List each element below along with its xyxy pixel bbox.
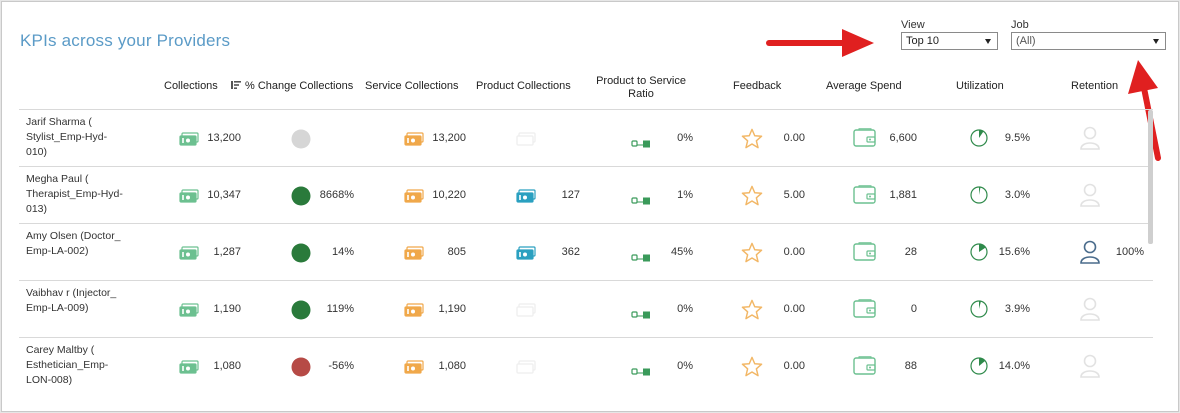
retention-value: 100% bbox=[1115, 246, 1144, 258]
collections-value: 13,200 bbox=[207, 132, 241, 144]
product-collections-value: 127 bbox=[561, 189, 580, 201]
average-spend-value: 88 bbox=[904, 360, 917, 372]
table-row[interactable]: Carey Maltby ( Esthetician_Emp-LON-008) … bbox=[19, 337, 1153, 387]
feedback-value: 0.00 bbox=[783, 132, 805, 144]
col-ratio[interactable]: Product to Service Ratio bbox=[591, 75, 691, 101]
utilization-value: 15.6% bbox=[998, 246, 1030, 258]
provider-name[interactable]: Megha Paul ( Therapist_Emp-Hyd-013) bbox=[26, 172, 126, 217]
money-icon bbox=[516, 360, 536, 379]
job-dropdown-value: (All) bbox=[1016, 35, 1036, 47]
col-product-collections[interactable]: Product Collections bbox=[476, 80, 571, 93]
provider-name[interactable]: Vaibhav r (Injector_ Emp-LA-009) bbox=[26, 286, 126, 316]
collections-value: 1,080 bbox=[213, 360, 241, 372]
table-row[interactable]: Jarif Sharma ( Stylist_Emp-Hyd-010) 13,2… bbox=[19, 109, 1153, 166]
view-dropdown-value: Top 10 bbox=[906, 35, 940, 47]
feedback-value: 0.00 bbox=[783, 360, 805, 372]
feedback-value: 5.00 bbox=[783, 189, 805, 201]
average-spend-value: 28 bbox=[904, 246, 917, 258]
person-icon bbox=[1079, 183, 1101, 212]
utilization-value: 9.5% bbox=[1004, 132, 1030, 144]
ratio-value: 0% bbox=[677, 360, 693, 372]
person-icon bbox=[1079, 126, 1101, 155]
job-filter-label: Job bbox=[1011, 19, 1029, 31]
chevron-down-icon[interactable] bbox=[1153, 39, 1159, 44]
provider-name[interactable]: Jarif Sharma ( Stylist_Emp-Hyd-010) bbox=[26, 115, 126, 160]
money-icon bbox=[516, 132, 536, 151]
average-spend-value: 1,881 bbox=[889, 189, 917, 201]
service-collections-value: 10,220 bbox=[432, 189, 466, 201]
col-average-spend[interactable]: Average Spend bbox=[826, 80, 902, 93]
chevron-down-icon[interactable] bbox=[985, 39, 991, 44]
collections-value: 10,347 bbox=[207, 189, 241, 201]
utilization-value: 3.0% bbox=[1004, 189, 1030, 201]
average-spend-value: 6,600 bbox=[889, 132, 917, 144]
ratio-value: 0% bbox=[677, 132, 693, 144]
money-icon bbox=[516, 303, 536, 322]
vertical-scrollbar[interactable] bbox=[1148, 110, 1153, 244]
average-spend-value: 0 bbox=[910, 303, 917, 315]
status-circle-icon bbox=[291, 129, 311, 154]
table-row[interactable]: Amy Olsen (Doctor_ Emp-LA-002) 1,287 14%… bbox=[19, 223, 1153, 280]
pct-change-value: 8668% bbox=[319, 189, 354, 201]
job-dropdown[interactable]: (All) bbox=[1011, 32, 1166, 50]
service-collections-value: 805 bbox=[447, 246, 466, 258]
col-feedback[interactable]: Feedback bbox=[733, 80, 781, 93]
kpi-table: Jarif Sharma ( Stylist_Emp-Hyd-010) 13,2… bbox=[19, 109, 1153, 387]
utilization-value: 14.0% bbox=[998, 360, 1030, 372]
feedback-value: 0.00 bbox=[783, 246, 805, 258]
pct-change-value: 119% bbox=[326, 303, 354, 315]
collections-value: 1,287 bbox=[213, 246, 241, 258]
feedback-value: 0.00 bbox=[783, 303, 805, 315]
view-dropdown[interactable]: Top 10 bbox=[901, 32, 998, 50]
table-row[interactable]: Vaibhav r (Injector_ Emp-LA-009) 1,190 1… bbox=[19, 280, 1153, 337]
dashboard-frame: KPIs across your Providers View Top 10 J… bbox=[1, 1, 1179, 412]
provider-name[interactable]: Carey Maltby ( Esthetician_Emp-LON-008) bbox=[26, 343, 126, 387]
pct-change-value: -56% bbox=[328, 360, 354, 372]
collections-value: 1,190 bbox=[213, 303, 241, 315]
col-service-collections[interactable]: Service Collections bbox=[365, 80, 459, 93]
pct-change-value: 14% bbox=[331, 246, 354, 258]
ratio-value: 1% bbox=[677, 189, 693, 201]
provider-name[interactable]: Amy Olsen (Doctor_ Emp-LA-002) bbox=[26, 229, 126, 259]
table-row[interactable]: Megha Paul ( Therapist_Emp-Hyd-013) 10,3… bbox=[19, 166, 1153, 223]
col-ratio-line2: Ratio bbox=[628, 88, 654, 100]
page-title: KPIs across your Providers bbox=[20, 31, 231, 50]
product-collections-value: 362 bbox=[561, 246, 580, 258]
col-utilization[interactable]: Utilization bbox=[956, 80, 1004, 93]
col-ratio-line1: Product to Service bbox=[596, 75, 686, 87]
service-collections-value: 13,200 bbox=[432, 132, 466, 144]
col-pct-change[interactable]: % Change Collections bbox=[231, 80, 353, 93]
right-arrow-annotation-icon bbox=[766, 29, 874, 57]
col-retention[interactable]: Retention bbox=[1071, 80, 1118, 93]
person-icon bbox=[1079, 297, 1101, 326]
job-filter: Job (All) bbox=[1011, 18, 1166, 50]
view-filter: View Top 10 bbox=[901, 18, 998, 50]
service-collections-value: 1,190 bbox=[438, 303, 466, 315]
sort-icon[interactable] bbox=[231, 80, 241, 90]
ratio-value: 0% bbox=[677, 303, 693, 315]
col-collections[interactable]: Collections bbox=[164, 80, 218, 93]
service-collections-value: 1,080 bbox=[438, 360, 466, 372]
ratio-value: 45% bbox=[670, 246, 693, 258]
col-pct-change-label: % Change Collections bbox=[245, 80, 354, 92]
view-filter-label: View bbox=[901, 19, 925, 31]
utilization-value: 3.9% bbox=[1004, 303, 1030, 315]
person-icon bbox=[1079, 354, 1101, 383]
